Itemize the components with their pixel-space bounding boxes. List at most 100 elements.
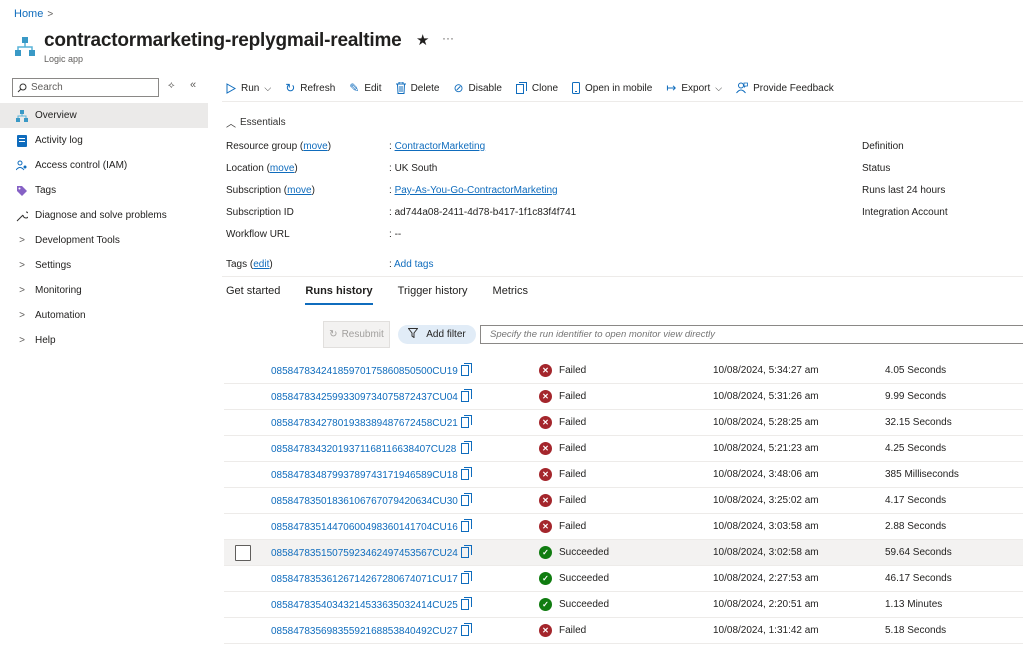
sidebar-item-monitoring[interactable]: > Monitoring [0,278,208,303]
copy-icon[interactable] [461,545,472,558]
copy-icon[interactable] [461,623,472,636]
tab-trigger-history[interactable]: Trigger history [398,285,468,305]
refresh-button[interactable]: ↻ Refresh [285,81,335,95]
sidebar-item-diagnose[interactable]: Diagnose and solve problems [0,203,208,228]
add-filter-button[interactable]: Add filter [398,325,476,344]
disable-button[interactable]: ⊘ Disable [453,81,501,95]
failed-status-icon: ✕ [539,468,552,481]
table-row[interactable]: 08584783487993789743171946589CU18 ✕ Failed… [224,462,1023,488]
copy-icon[interactable] [461,519,472,532]
subscription-link[interactable]: Pay-As-You-Go-ContractorMarketing [395,185,558,196]
sidebar-item-help[interactable]: > Help [0,328,208,353]
delete-button[interactable]: Delete [395,82,439,94]
run-button[interactable]: Run ⌵ [226,83,271,94]
run-id-link[interactable]: 08584783487993789743171946589CU18 [271,470,458,481]
resource-group-link[interactable]: ContractorMarketing [395,141,486,152]
run-id-link[interactable]: 08584783514470600498360141704CU16 [271,522,458,533]
subscription-id-label: Subscription ID [226,207,294,218]
location-value: : UK South [389,163,438,174]
breadcrumb-home-link[interactable]: Home [14,8,43,20]
table-row[interactable]: 08584783540343214533635032414CU25 ✓ Succee… [224,592,1023,618]
run-id-link[interactable]: 08584783427801938389487672458CU21 [271,418,458,429]
provide-feedback-button[interactable]: Provide Feedback [736,82,834,94]
chevron-up-icon: ︿ [226,119,236,130]
copy-icon[interactable] [461,415,472,428]
table-row[interactable]: 08584783515075923462497453567CU24 ✓ Succee… [224,540,1023,566]
tag-icon [16,185,28,197]
sidebar-item-tags[interactable]: Tags [0,178,208,203]
run-id-link[interactable]: 08584783536126714267280674071CU17 [271,574,458,585]
chevron-right-icon: > [19,260,25,271]
run-status: Succeeded [559,547,610,558]
copy-icon[interactable] [461,493,472,506]
command-toolbar: Run ⌵ ↻ Refresh ✎ Edit Delete ⊘ Disable … [226,78,848,98]
clone-button[interactable]: Clone [515,82,558,94]
sidebar-search-placeholder: Search [31,82,63,93]
location-move-link[interactable]: move [270,163,294,174]
open-in-mobile-button[interactable]: Open in mobile [572,82,652,94]
disable-button-label: Disable [468,82,502,94]
table-row[interactable]: 08584783424185970175860850500CU19 ✕ Failed… [224,358,1023,384]
copy-icon[interactable] [461,467,472,480]
run-start-time: 10/08/2024, 2:27:53 am [713,573,819,584]
sidebar-item-overview[interactable]: Overview [0,103,208,128]
sidebar-item-settings[interactable]: > Settings [0,253,208,278]
sidebar-item-label: Tags [35,185,57,196]
export-button[interactable]: ↦ Export ⌵ [666,81,722,95]
sidebar-item-activity-log[interactable]: Activity log [0,128,208,153]
failed-status-icon: ✕ [539,520,552,533]
run-id-link[interactable]: 08584783540343214533635032414CU25 [271,600,458,611]
subscription-value: : Pay-As-You-Go-ContractorMarketing [389,185,558,196]
tags-edit-link[interactable]: edit [253,259,269,270]
copy-icon[interactable] [461,389,472,402]
subscription-move-link[interactable]: move [287,185,311,196]
run-id-link[interactable]: 08584783515075923462497453567CU24 [271,548,458,559]
table-row[interactable]: 08584783427801938389487672458CU21 ✕ Failed… [224,410,1023,436]
more-options-icon[interactable]: ··· [442,31,454,45]
failed-status-icon: ✕ [539,624,552,637]
provide-feedback-label: Provide Feedback [753,82,834,94]
table-row[interactable]: 08584783432019371168116638407CU28 ✕ Failed… [224,436,1023,462]
run-identifier-input[interactable] [480,325,1023,344]
copy-icon[interactable] [461,363,472,376]
table-row[interactable]: 08584783501836106767079420634CU30 ✕ Failed… [224,488,1023,514]
essentials-toggle[interactable]: ︿ Essentials [226,115,286,130]
run-id-link[interactable]: 08584783424185970175860850500CU19 [271,366,458,377]
tab-get-started[interactable]: Get started [226,285,280,305]
sidebar-item-automation[interactable]: > Automation [0,303,208,328]
copy-icon[interactable] [461,571,472,584]
sidebar-item-access-control[interactable]: Access control (IAM) [0,153,208,178]
favorite-star-icon[interactable]: ★ [416,31,429,49]
run-start-time: 10/08/2024, 5:21:23 am [713,443,819,454]
run-start-time: 10/08/2024, 2:20:51 am [713,599,819,610]
collapse-sidebar-icon[interactable]: « [190,79,196,91]
table-row[interactable]: 08584783425993309734075872437CU04 ✕ Failed… [224,384,1023,410]
table-row[interactable]: 08584783569835592168853840492CU27 ✕ Failed… [224,618,1023,644]
run-id-link[interactable]: 08584783432019371168116638407CU28 [271,444,456,455]
table-row[interactable]: 08584783536126714267280674071CU17 ✓ Succee… [224,566,1023,592]
sidebar-search-box[interactable]: Search [12,78,159,97]
tab-metrics[interactable]: Metrics [493,285,528,305]
copy-icon[interactable] [461,441,472,454]
run-status: Failed [559,495,587,506]
succeeded-status-icon: ✓ [539,572,552,585]
sidebar-item-development-tools[interactable]: > Development Tools [0,228,208,253]
resource-group-move-link[interactable]: move [303,141,327,152]
run-status: Succeeded [559,599,610,610]
edit-button[interactable]: ✎ Edit [349,81,381,95]
pencil-icon: ✎ [349,81,360,95]
row-checkbox[interactable] [235,545,251,561]
run-duration: 46.17 Seconds [885,573,952,584]
run-id-link[interactable]: 08584783425993309734075872437CU04 [271,392,458,403]
tab-runs-history[interactable]: Runs history [305,285,373,305]
runs-last-24-hours-label: Runs last 24 hours [862,185,946,196]
resubmit-button[interactable]: ↻ Resubmit [323,321,390,348]
copy-icon[interactable] [461,597,472,610]
run-id-link[interactable]: 08584783501836106767079420634CU30 [271,496,458,507]
add-tags-link[interactable]: Add tags [394,259,433,270]
export-icon: ↦ [666,81,677,95]
run-id-link[interactable]: 08584783569835592168853840492CU27 [271,626,458,637]
table-row[interactable]: 08584783514470600498360141704CU16 ✕ Failed… [224,514,1023,540]
sidebar-options-icon[interactable]: ⟡ [168,80,175,91]
sidebar-nav: Overview Activity log Access control (IA… [0,103,208,353]
